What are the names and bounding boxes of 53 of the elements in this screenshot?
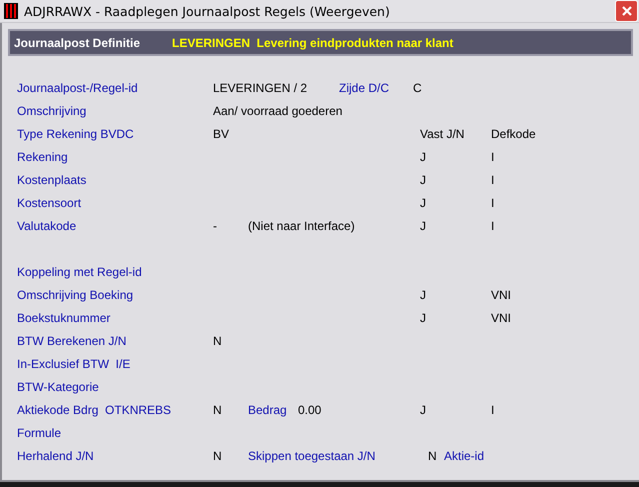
field-value: Vast J/N	[420, 126, 464, 140]
field-label: Valutakode	[17, 218, 76, 232]
field-value: N	[213, 334, 222, 348]
field-value: BV	[213, 126, 230, 140]
field-label: Bedrag	[248, 402, 287, 416]
field-label: Skippen toegestaan J/N	[248, 448, 376, 462]
field-value: N	[213, 448, 222, 462]
field-value: 0.00	[298, 402, 322, 416]
field-label: BTW-Kategorie	[17, 380, 99, 394]
field-value: J	[420, 402, 426, 416]
field-value: VNI	[491, 288, 512, 302]
field-value: I	[491, 402, 494, 416]
field-value: (Niet naar Interface)	[248, 218, 355, 232]
field-label: BTW Berekenen J/N	[17, 334, 126, 348]
field-label: Kostenplaats	[17, 172, 86, 186]
field-label: In-Exclusief BTW I/E	[17, 356, 130, 370]
header-value: LEVERINGEN Levering eindprodukten naar klant	[172, 36, 454, 50]
app-icon	[4, 3, 18, 19]
field-label: Formule	[17, 426, 62, 440]
field-label: Herhalend J/N	[17, 448, 94, 462]
field-value: J	[420, 196, 426, 210]
field-value: I	[491, 218, 494, 232]
field-value: J	[420, 218, 426, 232]
field-label: Rekening	[17, 150, 68, 164]
field-value: C	[413, 80, 422, 94]
field-value: LEVERINGEN / 2	[213, 80, 308, 94]
field-label: Aktie-id	[444, 448, 484, 462]
field-label: Journaalpost-/Regel-id	[17, 80, 138, 94]
field-value: N	[428, 448, 437, 462]
field-label: Kostensoort	[17, 196, 82, 210]
field-value: J	[420, 150, 426, 164]
field-label: Omschrijving Boeking	[17, 288, 134, 302]
field-value: Aan/ voorraad goederen	[213, 104, 342, 118]
close-button[interactable]	[615, 0, 638, 22]
field-value: I	[491, 172, 494, 186]
close-icon	[620, 5, 632, 17]
field-value: J	[420, 310, 426, 324]
field-label: Boekstuknummer	[17, 310, 110, 324]
field-label: Type Rekening BVDC	[17, 126, 134, 140]
field-label: Omschrijving	[17, 104, 86, 118]
field-value: Defkode	[491, 126, 536, 140]
field-value: -	[213, 218, 217, 232]
header-label: Journaalpost Definitie	[14, 36, 142, 50]
field-value: I	[491, 150, 494, 164]
field-label: Aktiekode Bdrg OTKNREBS	[17, 402, 172, 416]
field-label: Zijde D/C	[339, 80, 390, 94]
field-value: N	[213, 402, 222, 416]
window-title: ADJRRAWX - Raadplegen Journaalpost Regels (Weergeven)	[24, 4, 391, 18]
field-value: J	[420, 288, 426, 302]
field-value: VNI	[491, 310, 512, 324]
field-label: Koppeling met Regel-id	[17, 264, 142, 278]
field-value: I	[491, 196, 494, 210]
field-value: J	[420, 172, 426, 186]
